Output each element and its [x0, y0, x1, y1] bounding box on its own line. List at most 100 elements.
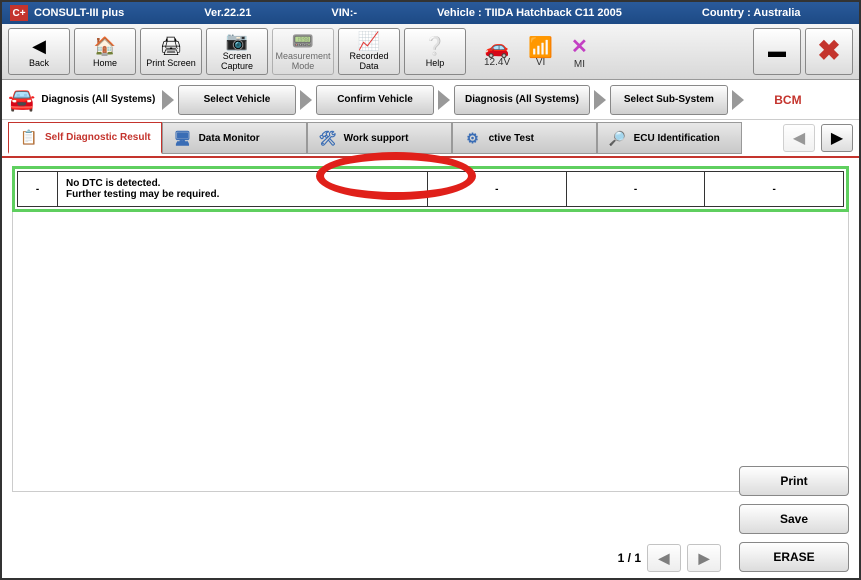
tab-ecu-identification[interactable]: 🔎 ECU Identification — [597, 122, 742, 154]
tab-label: Data Monitor — [199, 133, 260, 144]
btn-label: Save — [780, 512, 808, 526]
tab-label: Work support — [344, 133, 409, 144]
vi-label: VI — [536, 57, 545, 68]
diagnosis-car-icon: 🚘 — [8, 87, 35, 113]
voltage-value: 12.4V — [484, 57, 510, 68]
tabs-next-button[interactable]: ▶ — [821, 124, 853, 152]
erase-button[interactable]: ERASE — [739, 542, 849, 572]
pager: 1 / 1 ◀ ▶ — [618, 544, 721, 572]
close-button[interactable]: ✖ — [805, 28, 853, 75]
crumb-label: Confirm Vehicle — [337, 94, 413, 105]
country-label: Country : Australia — [702, 7, 801, 19]
help-button[interactable]: ❔ Help — [404, 28, 466, 75]
app-logo-icon: C+ — [10, 5, 28, 21]
clipboard-icon: 📋 — [19, 128, 39, 148]
device-icon: ▬ — [768, 40, 786, 64]
recorded-data-label: Recorded Data — [341, 52, 397, 72]
tab-label: ctive Test — [489, 133, 534, 144]
crumb-label: Select Sub-System — [624, 94, 714, 105]
vi-status: 📶 VI — [528, 35, 553, 68]
page-prev-button[interactable]: ◀ — [647, 544, 681, 572]
home-button[interactable]: 🏠 Home — [74, 28, 136, 75]
dtc-line1: No DTC is detected. — [66, 178, 160, 189]
app-name: CONSULT-III plus — [34, 7, 124, 19]
tab-active-test[interactable]: ⚙ ctive Test — [452, 122, 597, 154]
test-icon: ⚙ — [463, 128, 483, 148]
dtc-col-3: - — [566, 172, 705, 207]
mi-status: ✕ MI — [571, 34, 588, 70]
footer: 1 / 1 ◀ ▶ Print Save ERASE — [12, 466, 849, 572]
printer-icon: 🖨 — [160, 35, 183, 59]
tabs-row: 📋 Self Diagnostic Result 🖥 Data Monitor … — [2, 120, 859, 158]
help-label: Help — [426, 59, 445, 69]
crumb-label: Select Vehicle — [204, 94, 271, 105]
tabs-prev-button[interactable]: ◀ — [783, 124, 815, 152]
page-label: 1 / 1 — [618, 551, 641, 565]
tab-label: Self Diagnostic Result — [45, 132, 151, 143]
tab-label: ECU Identification — [634, 133, 720, 144]
app-version: Ver.22.21 — [204, 7, 251, 19]
home-label: Home — [93, 59, 117, 69]
breadcrumb-start-label: Diagnosis (All Systems) — [41, 94, 155, 105]
crumb-diagnosis-all[interactable]: Diagnosis (All Systems) — [454, 85, 590, 115]
dtc-col-2: - — [428, 172, 567, 207]
dtc-message: No DTC is detected. Further testing may … — [58, 172, 428, 207]
print-screen-button[interactable]: 🖨 Print Screen — [140, 28, 202, 75]
breadcrumb-row: 🚘 Diagnosis (All Systems) Select Vehicle… — [2, 80, 859, 120]
signal-icon: 📶 — [528, 35, 553, 57]
chevron-right-icon — [438, 90, 450, 110]
chart-icon: 📈 — [358, 31, 380, 52]
back-label: Back — [29, 59, 49, 69]
screen-capture-label: Screen Capture — [209, 52, 265, 72]
cross-icon: ✕ — [571, 34, 588, 59]
screen-capture-button[interactable]: 📷 Screen Capture — [206, 28, 268, 75]
content-area: - No DTC is detected. Further testing ma… — [2, 158, 859, 500]
dtc-col-0: - — [18, 172, 58, 207]
tab-self-diagnostic[interactable]: 📋 Self Diagnostic Result — [8, 122, 162, 154]
crumb-final: BCM — [748, 93, 828, 107]
chevron-right-icon — [300, 90, 312, 110]
mi-label: MI — [574, 59, 585, 70]
car-icon: 🚗 — [485, 35, 510, 57]
back-icon: ◀ — [32, 35, 46, 59]
tab-work-support[interactable]: 🛠 Work support — [307, 122, 452, 154]
chevron-right-icon — [162, 90, 174, 110]
tab-data-monitor[interactable]: 🖥 Data Monitor — [162, 122, 307, 154]
battery-status: 🚗 12.4V — [484, 35, 510, 68]
measurement-label: Measurement Mode — [275, 52, 331, 72]
dtc-col-4: - — [705, 172, 844, 207]
device-button[interactable]: ▬ — [753, 28, 801, 75]
breadcrumb-start: 🚘 Diagnosis (All Systems) — [8, 87, 158, 113]
print-button[interactable]: Print — [739, 466, 849, 496]
measurement-mode-button: 📟 Measurement Mode — [272, 28, 334, 75]
pager-area: 1 / 1 ◀ ▶ — [12, 544, 739, 572]
chevron-right-icon — [732, 90, 744, 110]
vin-label: VIN:- — [331, 7, 357, 19]
monitor-icon: 🖥 — [173, 128, 193, 148]
print-screen-label: Print Screen — [146, 59, 196, 69]
recorded-data-button[interactable]: 📈 Recorded Data — [338, 28, 400, 75]
btn-label: Print — [780, 474, 807, 488]
measurement-icon: 📟 — [292, 31, 314, 52]
wrench-icon: 🛠 — [318, 128, 338, 148]
close-icon: ✖ — [817, 36, 840, 67]
status-area: 🚗 12.4V 📶 VI ✕ MI — [470, 28, 749, 75]
empty-list-area — [12, 212, 849, 492]
tabs-nav: ◀ ▶ — [783, 124, 853, 152]
page-next-button[interactable]: ▶ — [687, 544, 721, 572]
crumb-select-vehicle[interactable]: Select Vehicle — [178, 85, 296, 115]
back-button[interactable]: ◀ Back — [8, 28, 70, 75]
help-icon: ❔ — [424, 35, 446, 59]
crumb-confirm-vehicle[interactable]: Confirm Vehicle — [316, 85, 434, 115]
title-bar: C+ CONSULT-III plus Ver.22.21 VIN:- Vehi… — [2, 2, 859, 24]
save-button[interactable]: Save — [739, 504, 849, 534]
crumb-label: Diagnosis (All Systems) — [465, 94, 579, 105]
table-row: - No DTC is detected. Further testing ma… — [18, 172, 844, 207]
ecu-icon: 🔎 — [608, 128, 628, 148]
dtc-line2: Further testing may be required. — [66, 189, 219, 200]
chevron-right-icon — [594, 90, 606, 110]
vehicle-label: Vehicle : TIIDA Hatchback C11 2005 — [437, 7, 622, 19]
btn-label: ERASE — [773, 550, 814, 564]
crumb-select-subsystem[interactable]: Select Sub-System — [610, 85, 728, 115]
camera-icon: 📷 — [226, 31, 248, 52]
